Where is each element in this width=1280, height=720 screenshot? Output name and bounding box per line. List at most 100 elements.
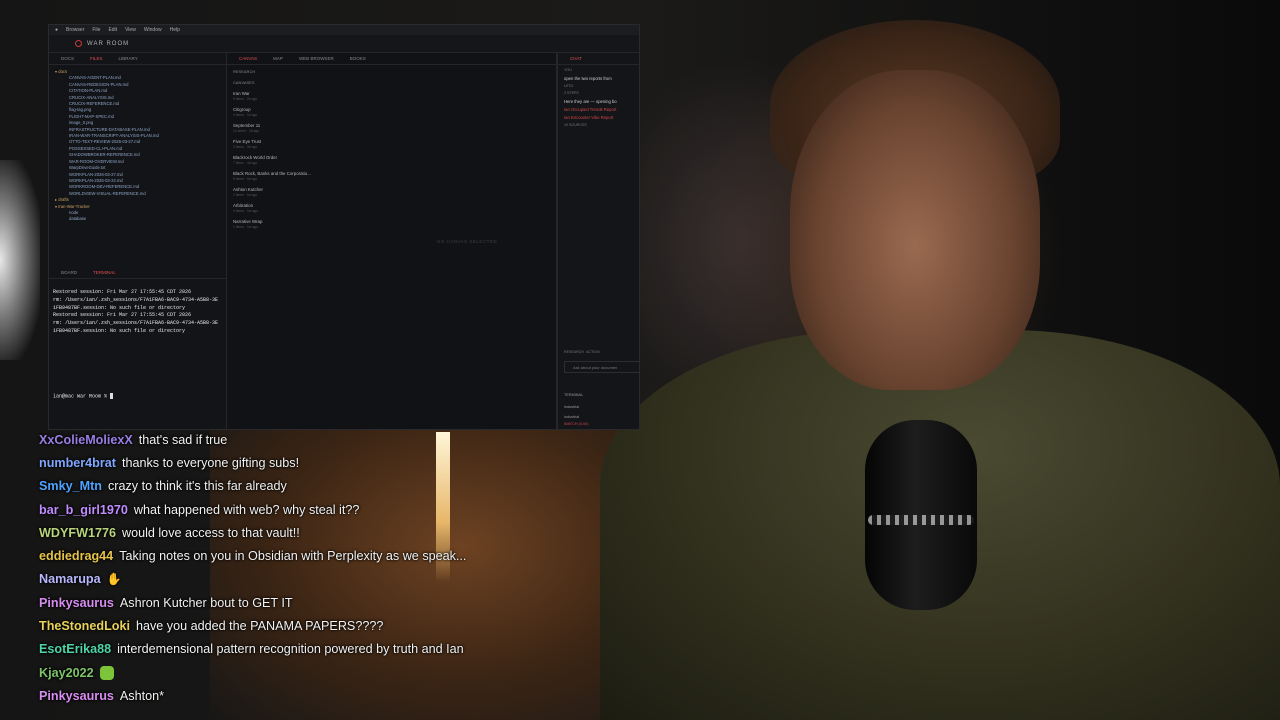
chat-message: Kjay2022 [39, 661, 599, 684]
research-list: RESEARCH CANVASES Iran War 9 items · 2h a… [229, 67, 329, 231]
chat-sources[interactable]: 10 SOURCES [558, 123, 639, 127]
terminal-tabs: BOARD TERMINAL [49, 267, 227, 279]
research-item[interactable]: Black Rock, Banks and the Corporatio... 5… [233, 171, 325, 181]
chat-message: Pinkysaurus Ashton* [39, 684, 599, 707]
chat-modes: RESEARCH ACTION [558, 350, 606, 354]
research-item[interactable]: Narrative Wrap 1 items · 1w ago [233, 219, 325, 229]
terminal-line: 1FB9487BF.session: No such file or direc… [53, 304, 186, 311]
terminal-line: rm: /Users/ian/.zsh_sessions/F7A1FBA6-BA… [53, 296, 219, 303]
tab-chat[interactable]: CHAT [564, 56, 588, 61]
chat-username[interactable]: Pinkysaurus [39, 689, 114, 703]
chat-text: would love access to that vault!! [121, 525, 300, 540]
tab-map[interactable]: MAP [267, 56, 289, 61]
folder-database[interactable]: database [55, 216, 220, 222]
chat-pane: CHAT YOU open the two reports from LETO … [557, 53, 639, 429]
menu-apple-icon[interactable]: ● [55, 27, 58, 33]
chat-username[interactable]: Kjay2022 [39, 666, 94, 680]
chat-username[interactable]: eddiedrag44 [39, 549, 113, 563]
chat-input[interactable]: Ask about your documen [564, 361, 639, 373]
streamer-face [790, 70, 1040, 390]
terminal-line: Restored session: Fri Mar 27 17:55:45 CD… [53, 312, 192, 319]
chat-message: Namarupa ✋ [39, 568, 599, 591]
microphone-grille [868, 515, 974, 525]
menu-window[interactable]: Window [144, 27, 162, 33]
green-emote-icon [99, 665, 114, 680]
chat-tabs: CHAT [558, 53, 639, 65]
mini-terminal-tab[interactable]: TERMINAL [564, 393, 636, 397]
terminal-line: rm: /Users/ian/.zsh_sessions/F7A1FBA6-BA… [53, 320, 219, 327]
tab-board[interactable]: BOARD [55, 270, 83, 275]
hands-emote-icon: ✋ [106, 572, 122, 587]
chat-username[interactable]: bar_b_girl1970 [39, 503, 128, 517]
chat-report-link[interactable]: Ian Encounter Vibe Report [558, 115, 639, 120]
canvas-empty-state: NO CANVAS SELECTED [437, 239, 498, 244]
terminal-prompt[interactable]: ian@mac War Room % [53, 393, 114, 399]
tab-books[interactable]: BOOKS [344, 56, 372, 61]
chat-username[interactable]: Namarupa [39, 572, 101, 586]
chat-username[interactable]: EsotErika88 [39, 642, 111, 656]
file-tree: ▾ docs CANVAS-AGENT-PLAN.md CANVAS-REDES… [49, 65, 226, 227]
app-logo-icon [75, 40, 82, 47]
chat-message: WDYFW1776 would love access to that vaul… [39, 521, 599, 544]
research-item[interactable]: Iran War 9 items · 2h ago [233, 91, 325, 101]
chat-message: bar_b_girl1970 what happened with web? w… [39, 498, 599, 521]
chat-username[interactable]: WDYFW1776 [39, 526, 116, 540]
chat-you-label: YOU [564, 68, 572, 72]
research-item[interactable]: Five Eye Trust 3 items · 3d ago [233, 139, 325, 149]
menu-browser[interactable]: Browser [66, 27, 84, 33]
terminal-cursor [110, 393, 114, 399]
chat-username[interactable]: Smky_Mtn [39, 479, 102, 493]
research-item[interactable]: Citigroup 4 items · 1d ago [233, 107, 325, 117]
chat-message: Smky_Mtn crazy to think it's this far al… [39, 475, 599, 498]
chat-text: Ashton* [119, 688, 165, 703]
menu-file[interactable]: File [92, 27, 100, 33]
left-tabs: DOCS FILES LIBRARY [49, 53, 226, 65]
chat-steps[interactable]: 2 STEPS [558, 91, 639, 95]
chat-username[interactable]: Pinkysaurus [39, 596, 114, 610]
mini-terminal-line: industrial [564, 405, 580, 409]
research-item[interactable]: September 11 12 items · 2d ago [233, 123, 325, 133]
tab-files[interactable]: FILES [84, 56, 109, 61]
canvas-pane: CANVAS MAP WEB BROWSER BOOKS RESEARCH CA… [227, 53, 557, 429]
left-sidebar: DOCS FILES LIBRARY ▾ docs CANVAS-AGENT-P… [49, 53, 227, 429]
mode-research[interactable]: RESEARCH [564, 350, 584, 354]
chat-report-link[interactable]: Ian Occupied Trends Report [558, 107, 639, 112]
chat-text: thanks to everyone gifting subs! [121, 455, 300, 470]
research-item[interactable]: Ashton Kutcher 2 items · 6d ago [233, 187, 325, 197]
menu-view[interactable]: View [125, 27, 136, 33]
center-tabs: CANVAS MAP WEB BROWSER BOOKS [227, 53, 556, 65]
terminal-line: 1FB9487BF.session: No such file or direc… [53, 327, 186, 334]
chat-text: have you added the PANAMA PAPERS???? [135, 619, 384, 634]
mini-terminal: TERMINAL industrial industrial WATCH (0.… [558, 393, 639, 426]
tab-terminal[interactable]: TERMINAL [87, 270, 122, 275]
tab-web-browser[interactable]: WEB BROWSER [293, 56, 340, 61]
tab-docs[interactable]: DOCS [55, 56, 80, 61]
menu-edit[interactable]: Edit [108, 27, 117, 33]
tab-canvas[interactable]: CANVAS [233, 56, 263, 61]
chat-text: crazy to think it's this far already [108, 479, 287, 494]
chat-text: Ashron Kutcher bout to GET IT [119, 595, 293, 610]
stream-chat: XxColieMoliexX that's sad if true number… [39, 428, 599, 708]
chat-user-message: open the two reports from [564, 76, 612, 81]
mode-action[interactable]: ACTION [586, 350, 600, 354]
chat-username[interactable]: number4brat [39, 456, 116, 470]
research-item[interactable]: Arbitration 4 items · 1w ago [233, 203, 325, 213]
canvases-heading: CANVASES [233, 80, 255, 85]
chat-message: number4brat thanks to everyone gifting s… [39, 451, 599, 474]
menu-bar: ● Browser File Edit View Window Help [49, 25, 639, 35]
terminal-output[interactable]: Restored session: Fri Mar 27 17:55:45 CD… [51, 289, 227, 409]
studio-lamp [0, 160, 40, 360]
research-item[interactable]: Blackrock World Order 7 items · 4d ago [233, 155, 325, 165]
app-title: WAR ROOM [87, 40, 130, 47]
chat-text: what happened with web? why steal it?? [133, 502, 360, 517]
chat-username[interactable]: TheStonedLoki [39, 619, 130, 633]
chat-username[interactable]: XxColieMoliexX [39, 433, 133, 447]
tab-library[interactable]: LIBRARY [113, 56, 144, 61]
chat-bot-label: LETO [564, 84, 574, 88]
chat-bot-reply: Here they are — opening bo [564, 99, 617, 104]
research-heading: RESEARCH [233, 69, 256, 74]
mini-terminal-line: industrial [564, 415, 580, 419]
menu-help[interactable]: Help [170, 27, 180, 33]
chat-message: TheStonedLoki have you added the PANAMA … [39, 614, 599, 637]
chat-text: that's sad if true [138, 432, 228, 447]
